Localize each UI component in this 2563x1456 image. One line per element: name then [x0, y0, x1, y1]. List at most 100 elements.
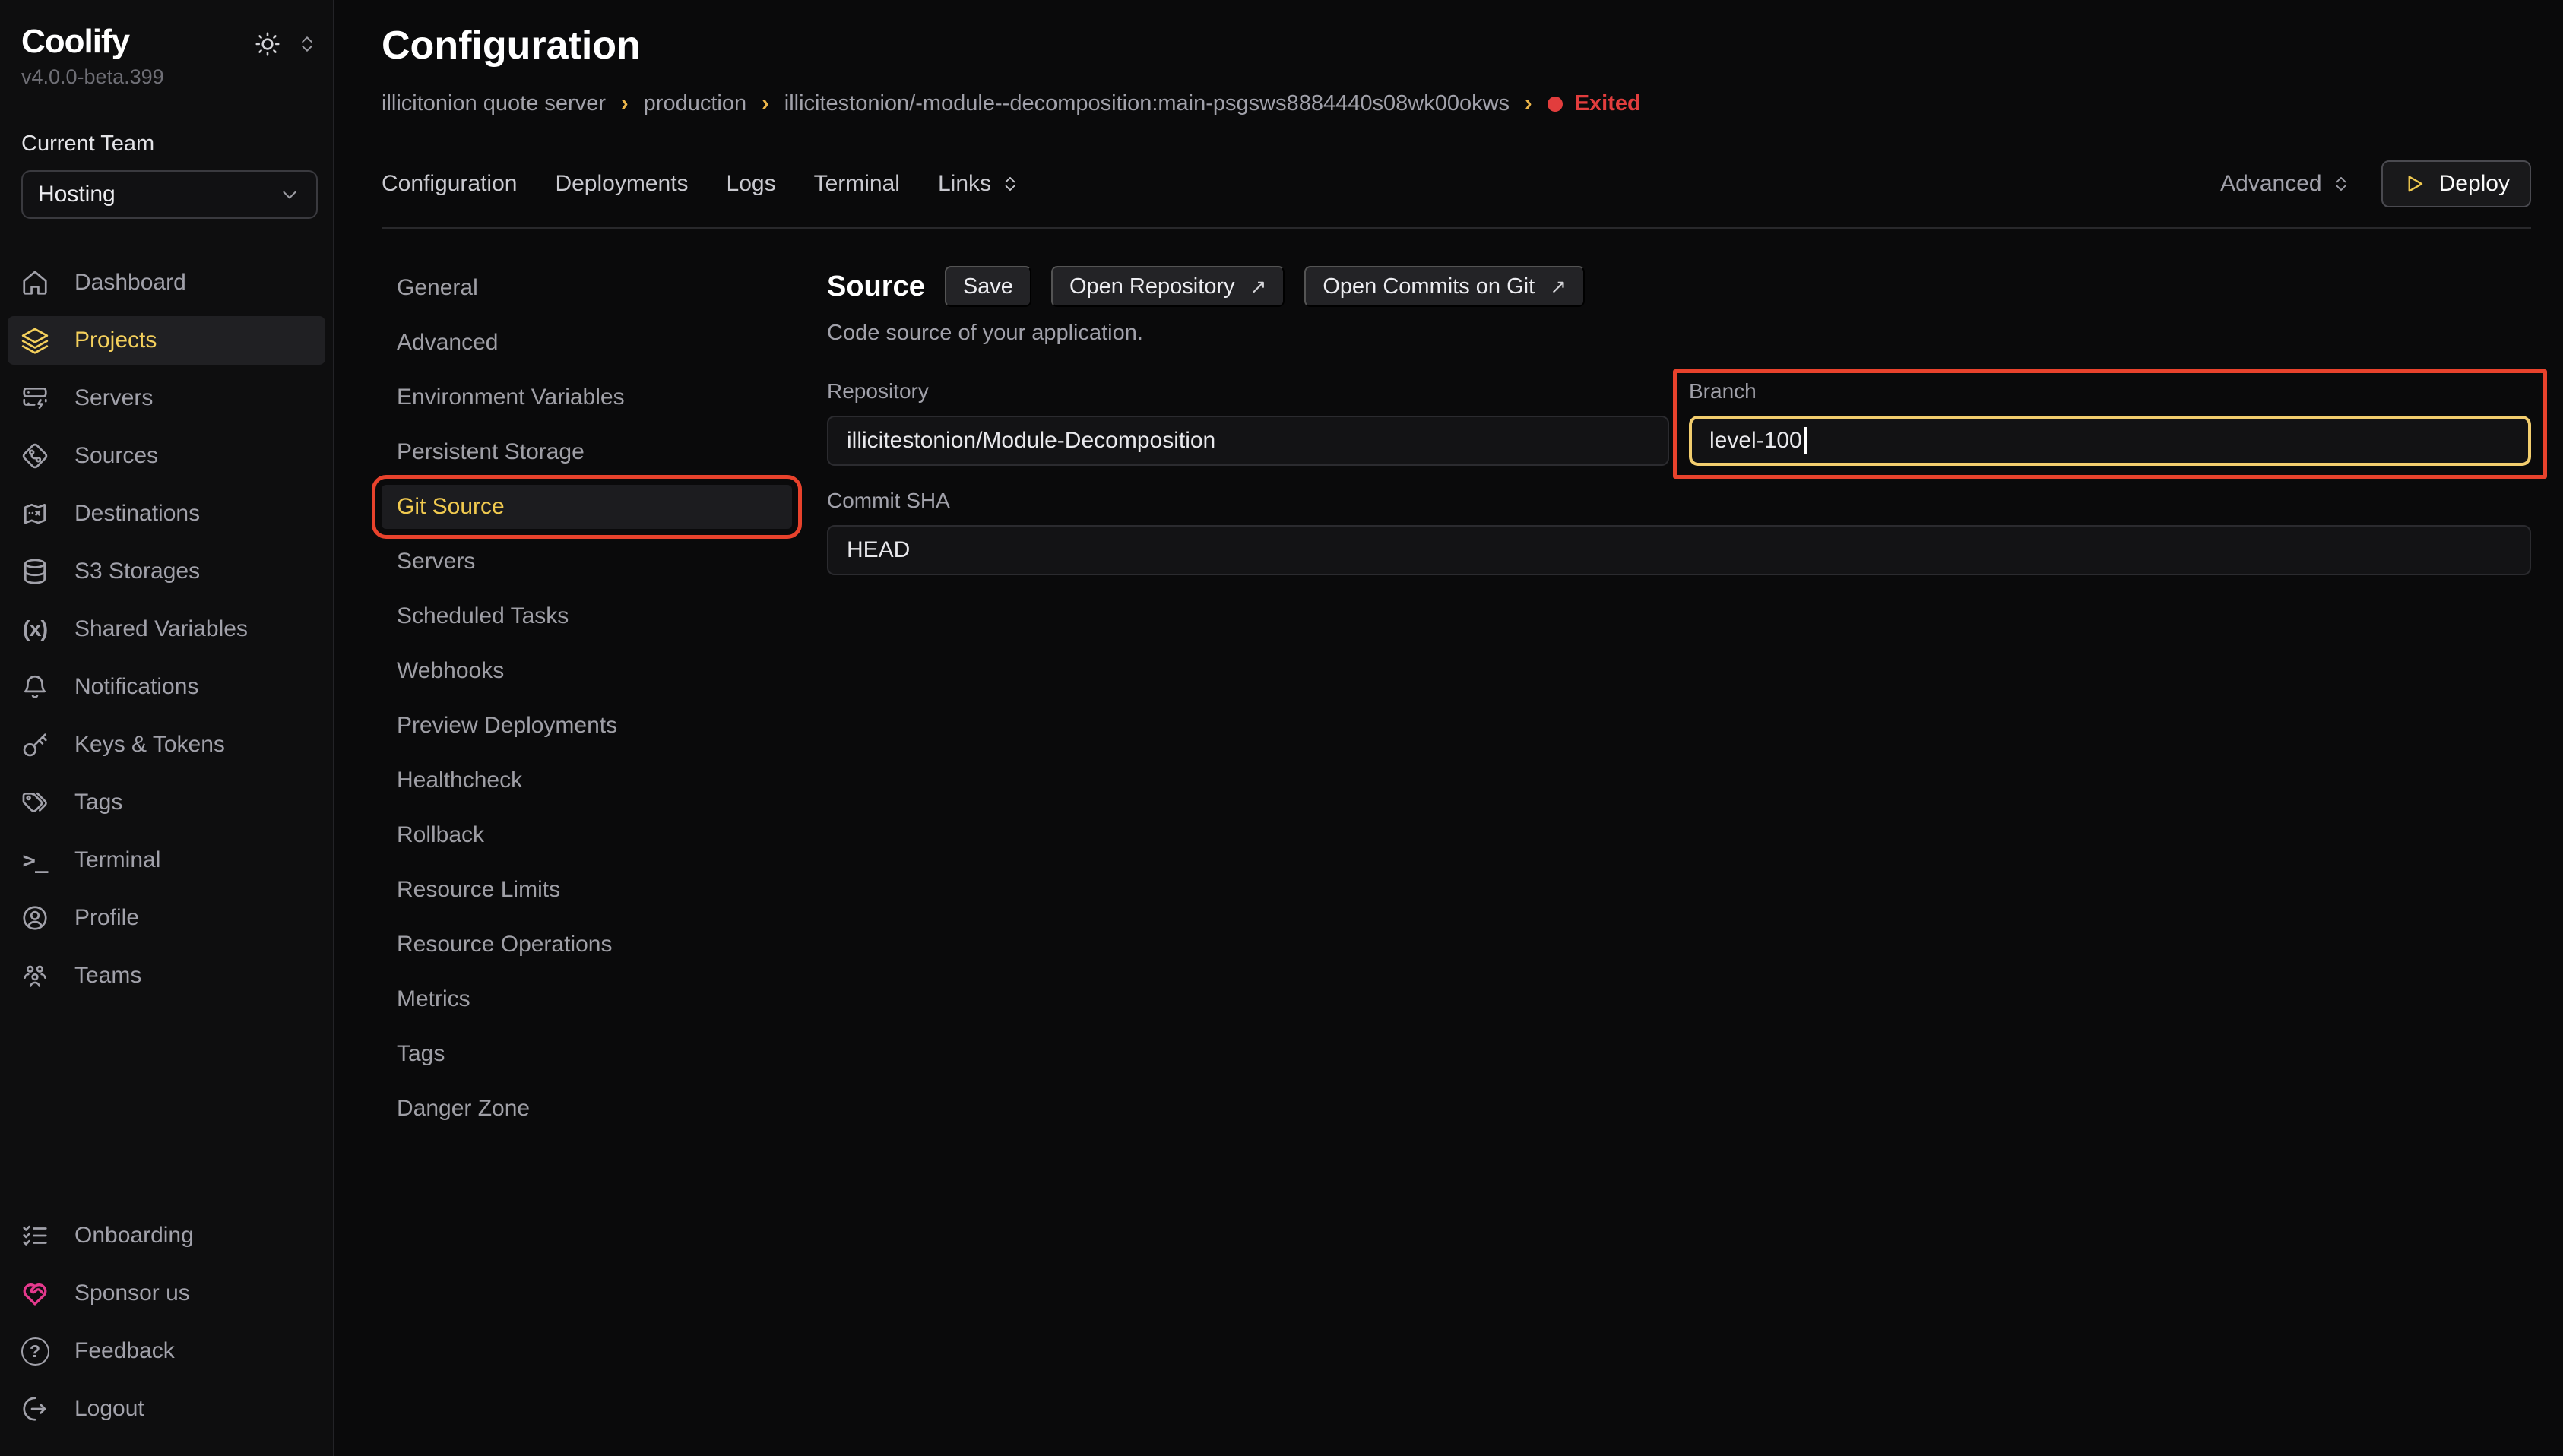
sidebar-item-onboarding[interactable]: Onboarding [8, 1211, 325, 1260]
chevron-down-icon [278, 183, 301, 206]
sidebar-item-terminal[interactable]: >_ Terminal [8, 836, 325, 885]
configuration-subnav: General Advanced Environment Variables P… [382, 266, 792, 1141]
branch-field: Branch level-100 [1689, 379, 2531, 466]
chevrons-up-down-icon[interactable] [296, 33, 318, 55]
open-commits-button[interactable]: Open Commits on Git ↗ [1304, 266, 1585, 307]
subnav-item-resource-limits[interactable]: Resource Limits [382, 868, 792, 912]
commit-sha-input[interactable]: HEAD [827, 525, 2531, 575]
sidebar-item-sources[interactable]: Sources [8, 432, 325, 480]
tab-links[interactable]: Links [938, 171, 1020, 197]
tab-configuration[interactable]: Configuration [382, 171, 517, 197]
sidebar-item-projects[interactable]: Projects [8, 316, 325, 365]
theme-sun-icon[interactable] [254, 30, 281, 58]
subnav-item-general[interactable]: General [382, 266, 792, 310]
external-link-icon: ↗ [1250, 275, 1267, 299]
variable-icon: (x) [20, 617, 50, 642]
subnav-item-persistent-storage[interactable]: Persistent Storage [382, 430, 792, 474]
sidebar-nav: Dashboard Projects Servers Sources Desti… [8, 258, 325, 1009]
key-icon [20, 730, 50, 759]
main-content: Configuration illicitonion quote server … [334, 0, 2563, 1456]
subnav-item-rollback[interactable]: Rollback [382, 813, 792, 857]
sidebar-item-logout[interactable]: Logout [8, 1385, 325, 1433]
chevrons-up-down-icon [2331, 174, 2351, 194]
status-label: Exited [1575, 91, 1641, 116]
sidebar: Coolify v4.0.0-beta.399 Current Team Hos… [0, 0, 334, 1456]
breadcrumb-chevron-icon: › [621, 91, 629, 116]
server-icon [20, 384, 50, 413]
status-dot-icon [1548, 97, 1563, 112]
subnav-item-metrics[interactable]: Metrics [382, 977, 792, 1021]
map-icon [20, 499, 50, 528]
tab-logs[interactable]: Logs [727, 171, 776, 197]
subnav-item-servers[interactable]: Servers [382, 540, 792, 584]
sidebar-item-feedback[interactable]: ? Feedback [8, 1327, 325, 1375]
breadcrumb-chevron-icon: › [1525, 91, 1532, 116]
git-source-icon [20, 442, 50, 470]
sidebar-item-sponsor-us[interactable]: Sponsor us [8, 1269, 325, 1318]
subnav-item-advanced[interactable]: Advanced [382, 321, 792, 365]
page-title: Configuration [382, 23, 2531, 68]
annotation-box-branch: Branch level-100 [1673, 369, 2547, 479]
subnav-item-git-source[interactable]: Git Source [382, 485, 792, 529]
commit-sha-label: Commit SHA [827, 489, 2531, 513]
app-version: v4.0.0-beta.399 [8, 65, 325, 89]
subnav-item-tags[interactable]: Tags [382, 1032, 792, 1076]
breadcrumb-environment[interactable]: production [644, 91, 746, 116]
users-icon [20, 961, 50, 990]
chevrons-up-down-icon [1000, 174, 1020, 194]
layers-icon [20, 326, 50, 355]
repository-label: Repository [827, 379, 1669, 404]
subnav-item-resource-operations[interactable]: Resource Operations [382, 923, 792, 967]
sidebar-footer-nav: Onboarding Sponsor us ? Feedback Logout [8, 1211, 325, 1442]
breadcrumb: illicitonion quote server › production ›… [382, 91, 2531, 116]
sidebar-item-s3-storages[interactable]: S3 Storages [8, 547, 325, 596]
save-button[interactable]: Save [945, 266, 1031, 307]
subnav-item-scheduled-tasks[interactable]: Scheduled Tasks [382, 594, 792, 638]
checklist-icon [20, 1221, 50, 1250]
subnav-item-environment-variables[interactable]: Environment Variables [382, 375, 792, 419]
breadcrumb-application[interactable]: illicitestonion/-module--decomposition:m… [784, 91, 1510, 116]
logout-icon [20, 1394, 50, 1423]
sidebar-item-notifications[interactable]: Notifications [8, 663, 325, 711]
open-repository-button[interactable]: Open Repository ↗ [1051, 266, 1285, 307]
text-cursor [1804, 427, 1807, 454]
tabs-row: Configuration Deployments Logs Terminal … [382, 160, 2531, 207]
tags-icon [20, 788, 50, 817]
terminal-icon: >_ [20, 847, 50, 873]
repository-input[interactable]: illicitestonion/Module-Decomposition [827, 416, 1669, 466]
section-title: Source [827, 271, 925, 303]
sidebar-item-teams[interactable]: Teams [8, 951, 325, 1000]
subnav-item-healthcheck[interactable]: Healthcheck [382, 758, 792, 802]
database-icon [20, 557, 50, 586]
breadcrumb-chevron-icon: › [762, 91, 769, 116]
status-badge: Exited [1548, 91, 1641, 116]
external-link-icon: ↗ [1550, 275, 1567, 299]
tab-deployments[interactable]: Deployments [555, 171, 688, 197]
subnav-item-webhooks[interactable]: Webhooks [382, 649, 792, 693]
team-select[interactable]: Hosting [21, 170, 318, 219]
subnav-item-preview-deployments[interactable]: Preview Deployments [382, 704, 792, 748]
sidebar-item-tags[interactable]: Tags [8, 778, 325, 827]
git-source-section: Source Save Open Repository ↗ Open Commi… [827, 266, 2531, 575]
repository-field: Repository illicitestonion/Module-Decomp… [827, 379, 1669, 466]
subnav-item-danger-zone[interactable]: Danger Zone [382, 1087, 792, 1131]
sidebar-item-profile[interactable]: Profile [8, 894, 325, 942]
branch-input[interactable]: level-100 [1689, 416, 2531, 466]
sidebar-item-destinations[interactable]: Destinations [8, 489, 325, 538]
logo-row: Coolify [8, 20, 325, 61]
breadcrumb-project[interactable]: illicitonion quote server [382, 91, 606, 116]
current-team-label: Current Team [8, 131, 325, 157]
advanced-toggle[interactable]: Advanced [2220, 171, 2350, 197]
sidebar-item-dashboard[interactable]: Dashboard [8, 258, 325, 307]
help-circle-icon: ? [20, 1337, 50, 1366]
tabs-divider [382, 227, 2531, 229]
heart-icon [20, 1279, 50, 1308]
sidebar-item-keys-tokens[interactable]: Keys & Tokens [8, 720, 325, 769]
deploy-button[interactable]: Deploy [2381, 160, 2531, 207]
sidebar-item-shared-variables[interactable]: (x) Shared Variables [8, 605, 325, 654]
sidebar-item-servers[interactable]: Servers [8, 374, 325, 423]
tab-terminal[interactable]: Terminal [814, 171, 900, 197]
play-icon [2403, 173, 2425, 195]
branch-label: Branch [1689, 379, 2531, 404]
section-description: Code source of your application. [827, 321, 2531, 346]
